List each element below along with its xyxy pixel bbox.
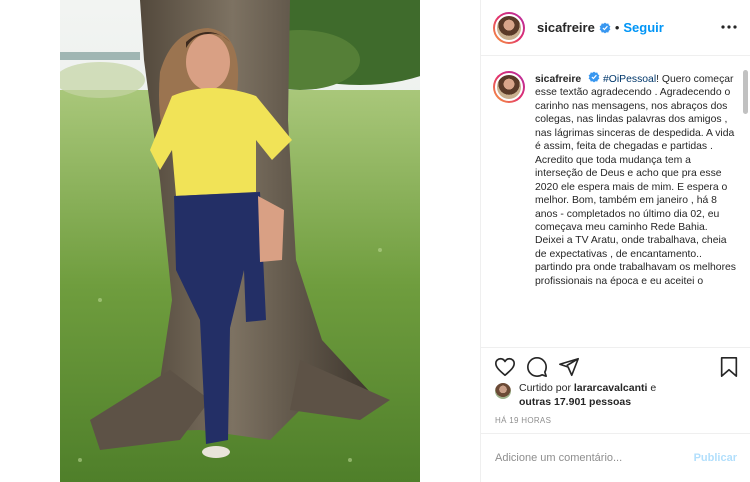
post-photo-image — [60, 0, 420, 482]
liker-username[interactable]: lararcavalcanti — [574, 382, 648, 394]
post-header: sicafreire • Seguir — [481, 0, 750, 56]
caption-row: sicafreire #OiPessoal! Quero começar ess… — [493, 71, 739, 288]
caption-body: ! Quero começar esse textão agradecendo … — [535, 74, 737, 287]
caption-hashtag[interactable]: #OiPessoal — [603, 74, 656, 85]
more-options-icon[interactable] — [721, 19, 737, 35]
likes-count[interactable]: outras 17.901 pessoas — [519, 396, 631, 408]
caption-scrollbar[interactable] — [743, 70, 748, 114]
likes-prefix: Curtido por — [519, 382, 574, 394]
publish-button[interactable]: Publicar — [694, 452, 737, 464]
caption-username[interactable]: sicafreire — [535, 74, 581, 85]
photo-column — [0, 0, 480, 482]
header-separator: • — [614, 20, 620, 35]
likes-and: e — [647, 382, 657, 394]
author-avatar[interactable] — [493, 11, 525, 44]
caption-area: sicafreire #OiPessoal! Quero começar ess… — [481, 57, 750, 347]
caption-text: sicafreire #OiPessoal! Quero começar ess… — [535, 71, 739, 288]
verified-badge-icon — [599, 22, 611, 33]
author-avatar-image — [495, 13, 523, 42]
likes-summary: Curtido por lararcavalcanti e outras 17.… — [495, 382, 656, 409]
follow-button[interactable]: Seguir — [623, 20, 663, 35]
heart-icon[interactable] — [494, 356, 516, 378]
caption-avatar[interactable] — [493, 71, 525, 103]
action-bar — [481, 347, 750, 383]
comment-icon[interactable] — [526, 356, 548, 378]
post-photo[interactable] — [60, 0, 420, 482]
caption-avatar-image — [495, 73, 523, 101]
author-username[interactable]: sicafreire — [537, 20, 595, 35]
comment-input[interactable] — [495, 452, 694, 464]
caption-verified-icon — [588, 71, 600, 83]
likes-text: Curtido por lararcavalcanti e outras 17.… — [519, 382, 656, 409]
share-icon[interactable] — [558, 356, 580, 378]
save-icon[interactable] — [718, 356, 740, 378]
post-timestamp[interactable]: HÁ 19 HORAS — [495, 416, 551, 425]
comment-bar: Publicar — [481, 433, 750, 482]
post-sidebar: sicafreire • Seguir sicafreire #OiPessoa… — [480, 0, 750, 482]
liker-avatar[interactable] — [495, 383, 511, 399]
